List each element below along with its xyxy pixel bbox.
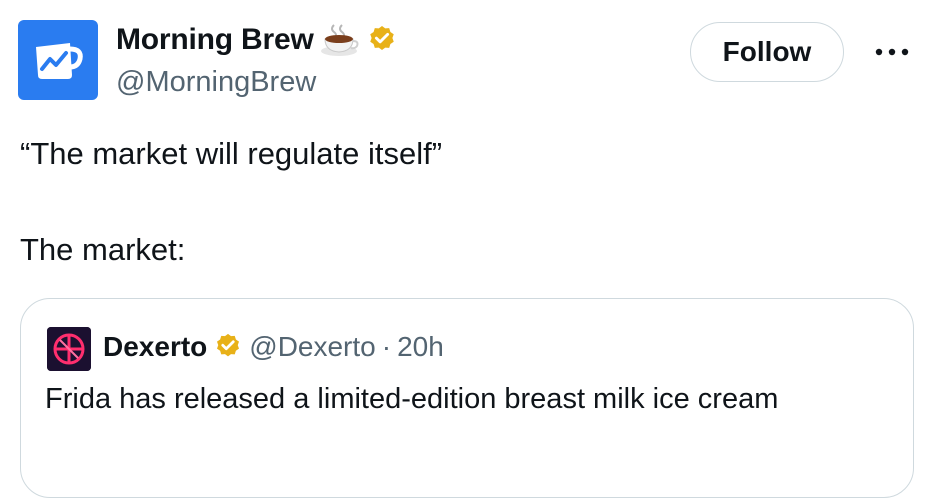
coffee-cup-icon <box>320 24 359 56</box>
quoted-tweet-card[interactable]: Dexerto @Dexerto · 20h Frida has release… <box>20 298 914 498</box>
quoted-author-row: Dexerto @Dexerto · 20h <box>103 329 444 365</box>
follow-button[interactable]: Follow <box>690 22 844 82</box>
quoted-tweet-text: Frida has released a limited-edition bre… <box>45 383 779 415</box>
tweet-text-line-1: “The market will regulate itself” <box>20 136 443 171</box>
quoted-handle[interactable]: @Dexerto <box>249 329 375 365</box>
dexerto-logo-icon <box>47 327 91 371</box>
quoted-separator: · <box>381 331 392 362</box>
author-name-row: Morning Brew <box>116 22 398 58</box>
author-handle[interactable]: @MorningBrew <box>116 64 316 100</box>
author-avatar[interactable] <box>18 20 98 100</box>
mug-logo-icon <box>36 43 83 79</box>
tweet-text-line-2: The market: <box>20 232 186 267</box>
more-options-button[interactable] <box>872 38 912 66</box>
quoted-author-avatar[interactable] <box>47 327 91 371</box>
quoted-timestamp[interactable]: 20h <box>397 329 444 365</box>
verified-badge-icon[interactable] <box>213 332 243 362</box>
verified-badge-icon[interactable] <box>366 24 398 56</box>
more-icon <box>875 48 909 56</box>
author-display-name[interactable]: Morning Brew <box>116 22 314 58</box>
quoted-display-name[interactable]: Dexerto <box>103 329 207 365</box>
